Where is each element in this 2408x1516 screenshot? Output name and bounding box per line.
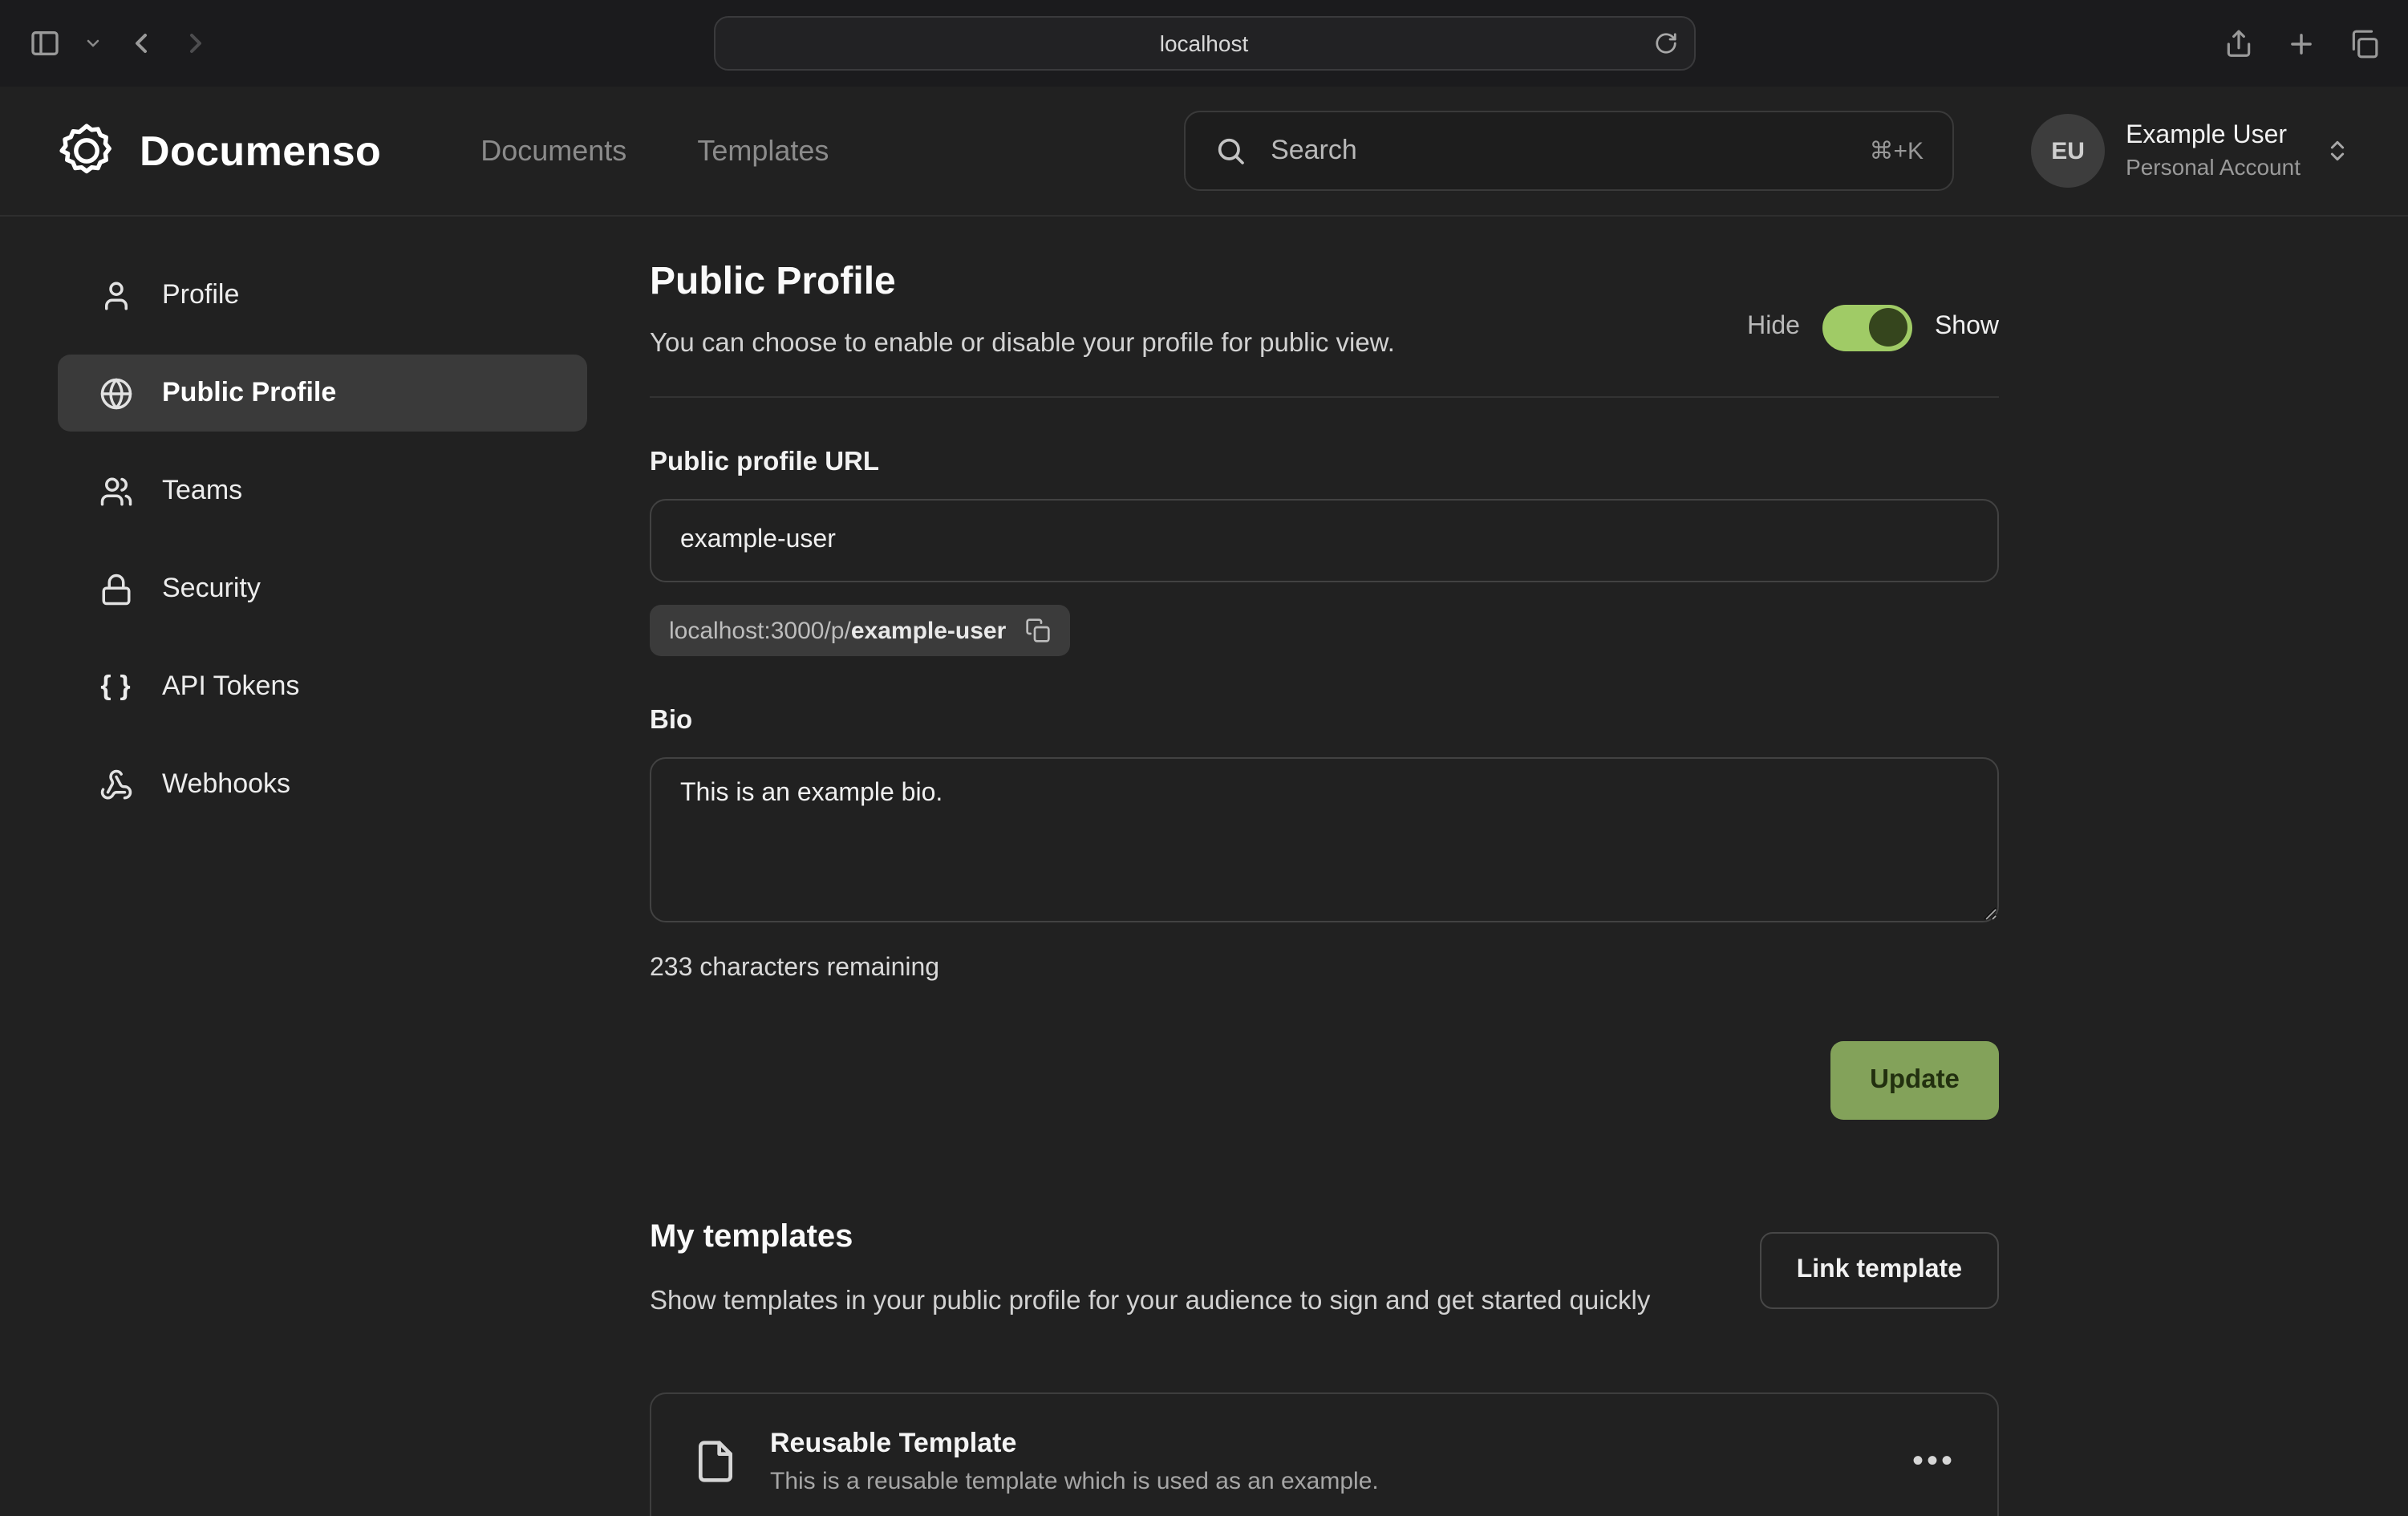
sidebar-toggle-icon[interactable] bbox=[29, 27, 61, 59]
chevron-down-icon[interactable] bbox=[83, 34, 103, 53]
chevrons-up-down-icon bbox=[2325, 138, 2350, 164]
webhook-icon bbox=[99, 768, 133, 801]
search-input[interactable] bbox=[1267, 133, 1848, 168]
user-name: Example User bbox=[2126, 120, 2301, 153]
tab-overview-icon[interactable] bbox=[2349, 28, 2379, 59]
primary-nav: Documents Templates bbox=[480, 134, 829, 168]
file-icon bbox=[693, 1440, 738, 1485]
template-name: Reusable Template bbox=[770, 1429, 1379, 1461]
templates-subtitle: Show templates in your public profile fo… bbox=[650, 1280, 1650, 1323]
toggle-knob bbox=[1869, 308, 1907, 347]
template-description: This is a reusable template which is use… bbox=[770, 1469, 1379, 1496]
sidebar-item-api-tokens[interactable]: { } API Tokens bbox=[58, 648, 587, 725]
sidebar-item-security[interactable]: Security bbox=[58, 550, 587, 627]
user-meta: Example User Personal Account bbox=[2126, 120, 2301, 182]
app-header: Documenso Documents Templates ⌘+K EU Exa… bbox=[0, 87, 2408, 217]
hide-label: Hide bbox=[1747, 313, 1800, 342]
back-button-icon[interactable] bbox=[125, 27, 157, 59]
brand-name: Documenso bbox=[140, 126, 381, 176]
user-account-type: Personal Account bbox=[2126, 153, 2301, 182]
page-title: Public Profile bbox=[650, 260, 1395, 305]
sidebar-item-label: Profile bbox=[162, 279, 239, 311]
bio-textarea[interactable]: This is an example bio. bbox=[650, 757, 1999, 922]
share-icon[interactable] bbox=[2224, 28, 2254, 59]
user-menu[interactable]: EU Example User Personal Account bbox=[2031, 114, 2350, 188]
sidebar-item-label: API Tokens bbox=[162, 671, 299, 703]
brand[interactable]: Documenso bbox=[58, 122, 381, 180]
public-profile-settings: Public Profile You can choose to enable … bbox=[650, 257, 1999, 1516]
sidebar-item-label: Teams bbox=[162, 475, 242, 507]
user-icon bbox=[99, 278, 133, 312]
new-tab-icon[interactable] bbox=[2286, 28, 2317, 59]
visibility-control: Hide Show bbox=[1747, 295, 1999, 359]
profile-url-input[interactable] bbox=[650, 499, 1999, 582]
global-search[interactable]: ⌘+K bbox=[1184, 111, 1954, 191]
sidebar-item-public-profile[interactable]: Public Profile bbox=[58, 355, 587, 432]
search-shortcut: ⌘+K bbox=[1870, 136, 1924, 165]
bio-field-label: Bio bbox=[650, 706, 1999, 736]
refresh-icon[interactable] bbox=[1653, 31, 1677, 55]
update-button[interactable]: Update bbox=[1830, 1041, 1999, 1120]
braces-icon: { } bbox=[99, 671, 133, 703]
sidebar-item-label: Public Profile bbox=[162, 377, 336, 409]
settings-sidebar: Profile Public Profile Teams Security { … bbox=[58, 257, 587, 1516]
sidebar-item-label: Webhooks bbox=[162, 768, 290, 801]
profile-url-preview[interactable]: localhost:3000/p/example-user bbox=[650, 605, 1070, 656]
templates-title: My templates bbox=[650, 1219, 1650, 1256]
search-icon bbox=[1214, 135, 1247, 167]
sidebar-item-teams[interactable]: Teams bbox=[58, 452, 587, 529]
avatar: EU bbox=[2031, 114, 2105, 188]
show-label: Show bbox=[1935, 313, 1999, 342]
characters-remaining: 233 characters remaining bbox=[650, 955, 1999, 983]
sidebar-item-webhooks[interactable]: Webhooks bbox=[58, 746, 587, 823]
nav-documents[interactable]: Documents bbox=[480, 134, 626, 168]
page-subtitle: You can choose to enable or disable your… bbox=[650, 329, 1395, 359]
url-field-label: Public profile URL bbox=[650, 448, 1999, 478]
link-template-button[interactable]: Link template bbox=[1760, 1232, 1999, 1309]
app-window: localhost Documenso Documents Templates … bbox=[0, 0, 2408, 1516]
sidebar-item-profile[interactable]: Profile bbox=[58, 257, 587, 334]
template-menu-icon[interactable]: ••• bbox=[1912, 1444, 1956, 1481]
sidebar-item-label: Security bbox=[162, 573, 261, 605]
globe-icon bbox=[99, 376, 133, 410]
address-bar-url: localhost bbox=[1160, 30, 1249, 56]
settings-layout: Profile Public Profile Teams Security { … bbox=[0, 217, 2408, 1516]
documenso-logo-icon bbox=[58, 122, 116, 180]
template-meta: Reusable Template This is a reusable tem… bbox=[770, 1429, 1379, 1496]
copy-icon[interactable] bbox=[1025, 618, 1051, 643]
nav-templates[interactable]: Templates bbox=[697, 134, 829, 168]
profile-visibility-toggle[interactable] bbox=[1822, 304, 1912, 351]
browser-chrome: localhost bbox=[0, 0, 2408, 87]
template-card[interactable]: Reusable Template This is a reusable tem… bbox=[650, 1393, 1999, 1516]
users-icon bbox=[99, 474, 133, 508]
address-bar[interactable]: localhost bbox=[713, 16, 1695, 71]
divider bbox=[650, 396, 1999, 398]
lock-icon bbox=[99, 572, 133, 606]
profile-url-preview-text: localhost:3000/p/example-user bbox=[669, 617, 1006, 644]
forward-button-icon[interactable] bbox=[180, 27, 212, 59]
